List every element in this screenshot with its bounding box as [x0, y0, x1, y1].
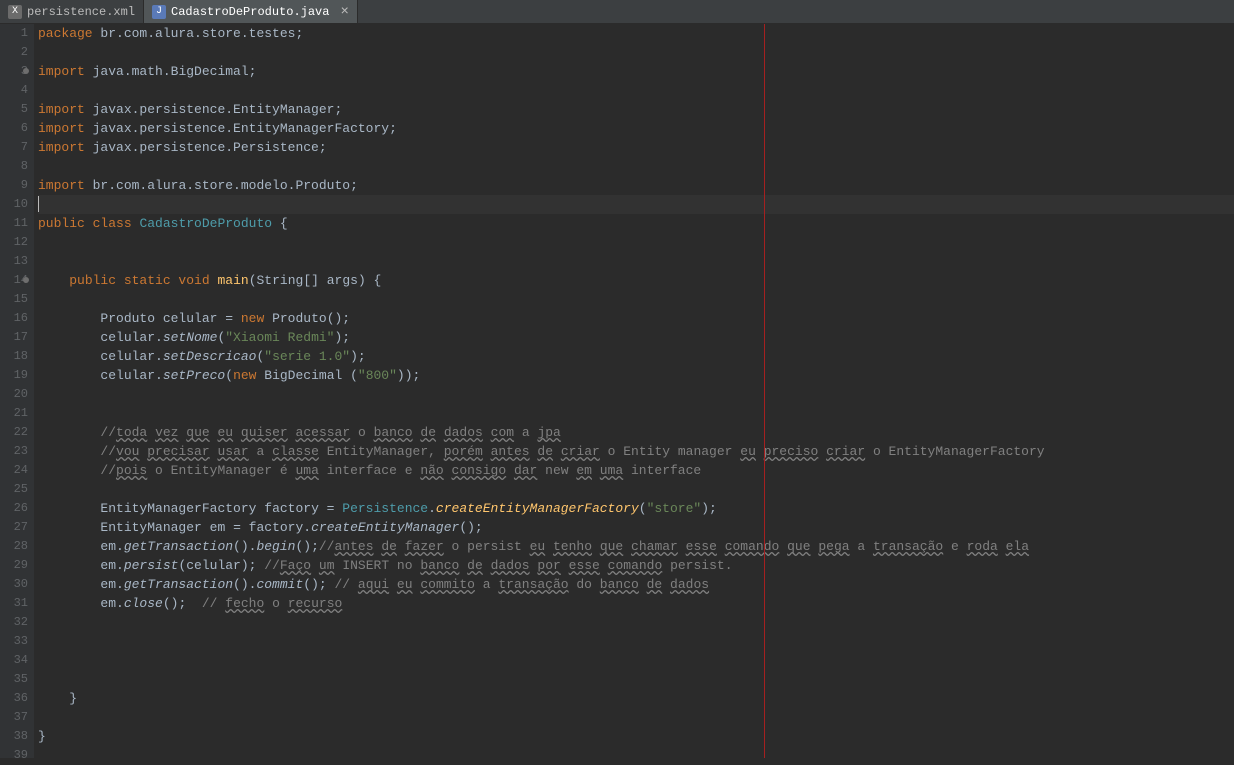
line-number: 15 — [0, 290, 28, 309]
line-number: 38 — [0, 727, 28, 746]
line-number: 19 — [0, 366, 28, 385]
line-number: 5 — [0, 100, 28, 119]
xml-file-icon: X — [8, 5, 22, 19]
line-number: 33 — [0, 632, 28, 651]
line-number: 30 — [0, 575, 28, 594]
gutter-mark-icon — [23, 68, 29, 74]
code-line[interactable] — [38, 480, 1234, 499]
code-line[interactable] — [38, 385, 1234, 404]
line-number: 29 — [0, 556, 28, 575]
code-line[interactable] — [38, 252, 1234, 271]
code-line[interactable]: EntityManagerFactory factory = Persisten… — [38, 499, 1234, 518]
code-area[interactable]: package br.com.alura.store.testes; import… — [34, 24, 1234, 758]
code-line[interactable] — [38, 708, 1234, 727]
code-line[interactable]: celular.setDescricao("serie 1.0"); — [38, 347, 1234, 366]
line-number: 39 — [0, 746, 28, 765]
line-number: 27 — [0, 518, 28, 537]
code-line[interactable]: import javax.persistence.EntityManagerFa… — [38, 119, 1234, 138]
line-number: 4 — [0, 81, 28, 100]
code-line[interactable]: celular.setPreco(new BigDecimal ("800"))… — [38, 366, 1234, 385]
gutter-mark-icon — [23, 277, 29, 283]
line-number: 25 — [0, 480, 28, 499]
code-line[interactable]: em.getTransaction().begin();//antes de f… — [38, 537, 1234, 556]
code-line[interactable]: } — [38, 727, 1234, 746]
line-number: 2 — [0, 43, 28, 62]
line-number: 23 — [0, 442, 28, 461]
line-number: 14 — [0, 271, 28, 290]
code-line[interactable] — [38, 157, 1234, 176]
code-line[interactable]: em.close(); // fecho o recurso — [38, 594, 1234, 613]
code-line[interactable]: import javax.persistence.EntityManager; — [38, 100, 1234, 119]
line-number: 6 — [0, 119, 28, 138]
print-margin-line — [764, 24, 765, 758]
line-number: 34 — [0, 651, 28, 670]
code-line[interactable]: em.getTransaction().commit(); // aqui eu… — [38, 575, 1234, 594]
line-number: 26 — [0, 499, 28, 518]
code-line[interactable] — [38, 81, 1234, 100]
code-line[interactable]: celular.setNome("Xiaomi Redmi"); — [38, 328, 1234, 347]
code-line[interactable] — [38, 613, 1234, 632]
code-line[interactable]: em.persist(celular); //Faço um INSERT no… — [38, 556, 1234, 575]
code-line[interactable] — [38, 670, 1234, 689]
line-number: 11 — [0, 214, 28, 233]
line-number-gutter: 1234567891011121314151617181920212223242… — [0, 24, 34, 758]
line-number: 37 — [0, 708, 28, 727]
line-number: 28 — [0, 537, 28, 556]
code-editor[interactable]: 1234567891011121314151617181920212223242… — [0, 24, 1234, 758]
code-line[interactable]: //pois o EntityManager é uma interface e… — [38, 461, 1234, 480]
line-number: 10 — [0, 195, 28, 214]
line-number: 9 — [0, 176, 28, 195]
code-line[interactable]: EntityManager em = factory.createEntityM… — [38, 518, 1234, 537]
code-line[interactable]: import br.com.alura.store.modelo.Produto… — [38, 176, 1234, 195]
code-line[interactable] — [38, 233, 1234, 252]
line-number: 13 — [0, 252, 28, 271]
editor-tabs: X persistence.xml J CadastroDeProduto.ja… — [0, 0, 1234, 24]
line-number: 35 — [0, 670, 28, 689]
line-number: 21 — [0, 404, 28, 423]
code-line[interactable] — [38, 195, 1234, 214]
code-line[interactable]: public static void main(String[] args) { — [38, 271, 1234, 290]
code-line[interactable] — [38, 43, 1234, 62]
text-cursor — [38, 196, 39, 212]
code-line[interactable]: import javax.persistence.Persistence; — [38, 138, 1234, 157]
line-number: 8 — [0, 157, 28, 176]
code-line[interactable]: //toda vez que eu quiser acessar o banco… — [38, 423, 1234, 442]
line-number: 1 — [0, 24, 28, 43]
tab-label: CadastroDeProduto.java — [171, 5, 329, 19]
code-line[interactable] — [38, 632, 1234, 651]
code-line[interactable] — [38, 651, 1234, 670]
code-line[interactable]: Produto celular = new Produto(); — [38, 309, 1234, 328]
line-number: 32 — [0, 613, 28, 632]
line-number: 16 — [0, 309, 28, 328]
line-number: 22 — [0, 423, 28, 442]
line-number: 20 — [0, 385, 28, 404]
line-number: 18 — [0, 347, 28, 366]
line-number: 7 — [0, 138, 28, 157]
code-line[interactable]: } — [38, 689, 1234, 708]
line-number: 36 — [0, 689, 28, 708]
tab-persistence-xml[interactable]: X persistence.xml — [0, 0, 144, 23]
line-number: 17 — [0, 328, 28, 347]
line-number: 3 — [0, 62, 28, 81]
code-line[interactable]: //vou precisar usar a classe EntityManag… — [38, 442, 1234, 461]
code-line[interactable] — [38, 404, 1234, 423]
line-number: 24 — [0, 461, 28, 480]
java-file-icon: J — [152, 5, 166, 19]
close-icon[interactable]: × — [340, 4, 348, 20]
code-line[interactable] — [38, 290, 1234, 309]
tab-label: persistence.xml — [27, 5, 135, 19]
tab-cadastro-java[interactable]: J CadastroDeProduto.java × — [144, 0, 358, 23]
code-line[interactable] — [38, 746, 1234, 765]
code-line[interactable]: import java.math.BigDecimal; — [38, 62, 1234, 81]
line-number: 12 — [0, 233, 28, 252]
code-line[interactable]: package br.com.alura.store.testes; — [38, 24, 1234, 43]
code-line[interactable]: public class CadastroDeProduto { — [38, 214, 1234, 233]
line-number: 31 — [0, 594, 28, 613]
